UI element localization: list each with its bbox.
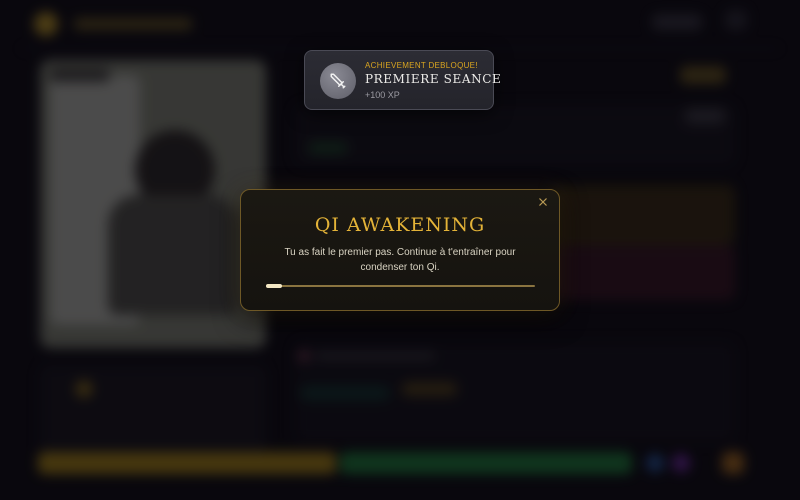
sword-icon [320,63,356,99]
app-screen: ACHIEVEMENT DEBLOQUE! PREMIERE SEANCE +1… [0,0,800,500]
qi-progress-bar [266,284,535,288]
qi-awakening-modal: QI AWAKENING Tu as fait le premier pas. … [240,189,560,311]
close-icon[interactable] [536,195,550,209]
achievement-kicker: ACHIEVEMENT DEBLOQUE! [365,61,478,70]
modal-title: QI AWAKENING [314,214,486,236]
achievement-title: PREMIERE SEANCE [365,72,502,86]
achievement-toast: ACHIEVEMENT DEBLOQUE! PREMIERE SEANCE +1… [304,50,501,110]
qi-progress-fill [266,284,283,288]
achievement-xp: +100 XP [365,90,400,100]
modal-message: Tu as fait le premier pas. Continue à t'… [284,247,516,273]
